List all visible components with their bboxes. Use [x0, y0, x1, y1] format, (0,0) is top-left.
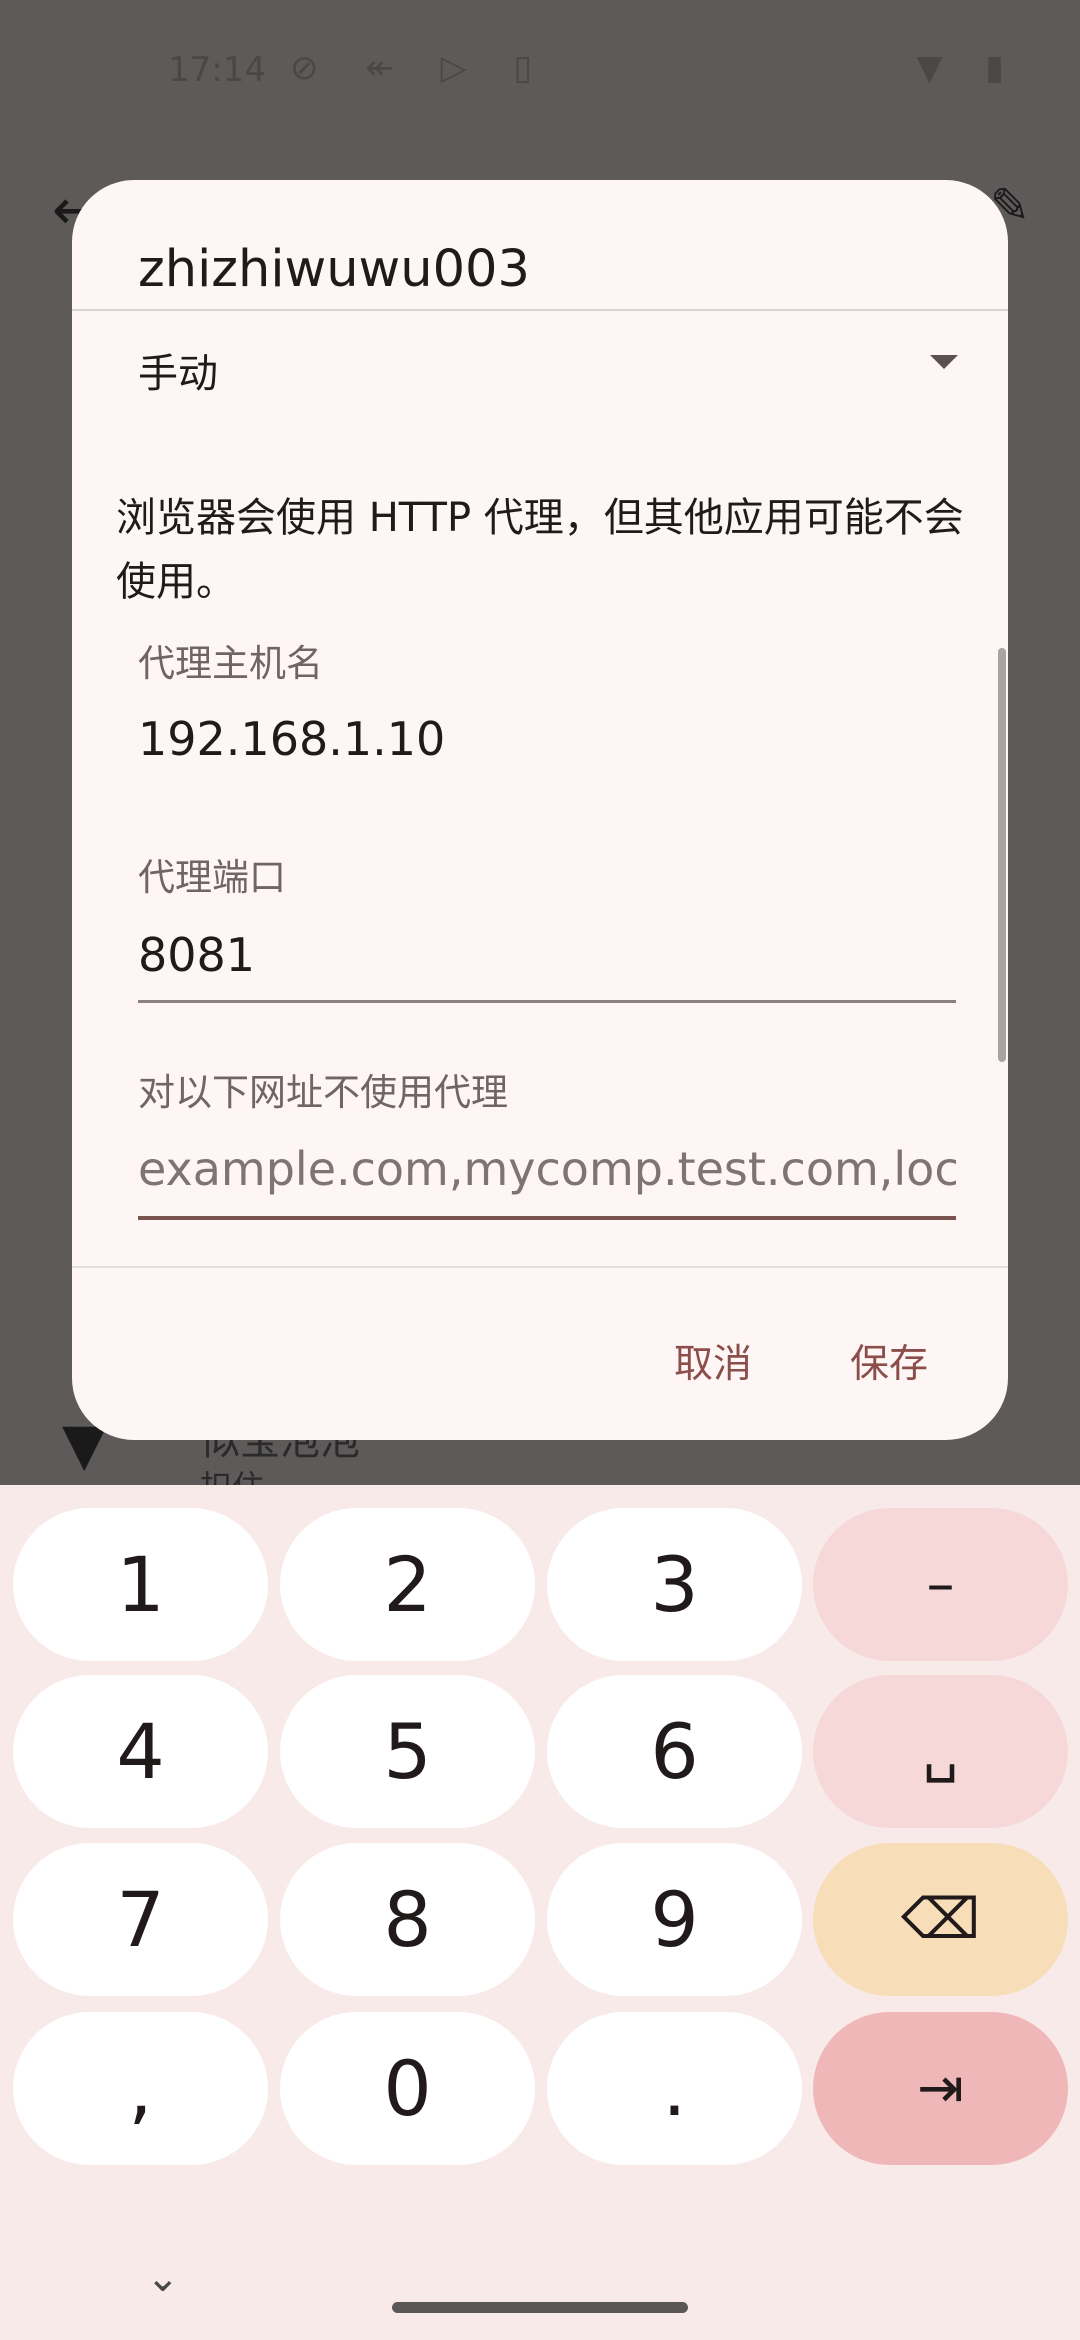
keyboard-collapse-chevron-icon[interactable]: ⌄	[146, 2255, 180, 2301]
hostname-underline	[138, 1000, 956, 1003]
dialog-bottom-divider	[72, 1266, 1008, 1268]
key-comma[interactable]: ,	[13, 2012, 268, 2165]
proxy-settings-dialog: zhizhiwuwu003 手动 浏览器会使用 HTTP 代理，但其他应用可能不…	[72, 180, 1008, 1440]
key-8[interactable]: 8	[280, 1843, 535, 1996]
status-bar: 17:14 ⊘ ↞ ▷ ▯ ▼ ▮	[0, 0, 1080, 140]
hostname-label: 代理主机名	[138, 642, 323, 685]
status-system-icons: ▼ ▮	[916, 48, 1020, 88]
proxy-info-text: 浏览器会使用 HTTP 代理，但其他应用可能不会使用。	[116, 495, 964, 605]
key-7[interactable]: 7	[13, 1843, 268, 1996]
cancel-button[interactable]: 取消	[674, 1333, 752, 1389]
bypass-input[interactable]	[138, 1135, 956, 1203]
bypass-field[interactable]	[138, 1135, 956, 1203]
port-field[interactable]	[138, 921, 956, 989]
proxy-mode-dropdown[interactable]: 手动	[138, 331, 958, 401]
port-label: 代理端口	[138, 856, 286, 899]
numeric-keyboard: 1 2 3 – 4 5 6 ␣ 7 8 9 ⌫ , 0 . ⇥	[0, 1485, 1080, 2340]
port-underline	[138, 1216, 956, 1220]
key-period[interactable]: .	[547, 2012, 802, 2165]
next-field-key-icon[interactable]: ⇥	[813, 2012, 1068, 2165]
key-6[interactable]: 6	[547, 1675, 802, 1828]
key-0[interactable]: 0	[280, 2012, 535, 2165]
space-key-icon[interactable]: ␣	[813, 1675, 1068, 1828]
dropdown-arrow-icon	[930, 355, 958, 369]
key-1[interactable]: 1	[13, 1508, 268, 1661]
key-minus[interactable]: –	[813, 1508, 1068, 1661]
proxy-mode-value: 手动	[138, 351, 218, 397]
key-5[interactable]: 5	[280, 1675, 535, 1828]
dialog-scrollbar[interactable]	[998, 648, 1006, 1062]
key-9[interactable]: 9	[547, 1843, 802, 1996]
backspace-key-icon[interactable]: ⌫	[813, 1843, 1068, 1996]
key-2[interactable]: 2	[280, 1508, 535, 1661]
save-button[interactable]: 保存	[850, 1333, 928, 1389]
home-indicator[interactable]	[392, 2302, 688, 2313]
background-network-subtitle: 扣住	[200, 1462, 264, 1485]
key-4[interactable]: 4	[13, 1675, 268, 1828]
dialog-scroll-area[interactable]: 手动 浏览器会使用 HTTP 代理，但其他应用可能不会使用。 代理主机名 代理端…	[72, 311, 1008, 1266]
hostname-field[interactable]	[138, 705, 956, 773]
port-input[interactable]	[138, 921, 956, 989]
status-time: 17:14	[168, 50, 266, 90]
hostname-input[interactable]	[138, 705, 956, 773]
key-3[interactable]: 3	[547, 1508, 802, 1661]
dialog-title: zhizhiwuwu003	[138, 240, 530, 299]
bypass-label: 对以下网址不使用代理	[138, 1071, 508, 1114]
status-notification-icons: ⊘ ↞ ▷ ▯	[290, 48, 551, 88]
